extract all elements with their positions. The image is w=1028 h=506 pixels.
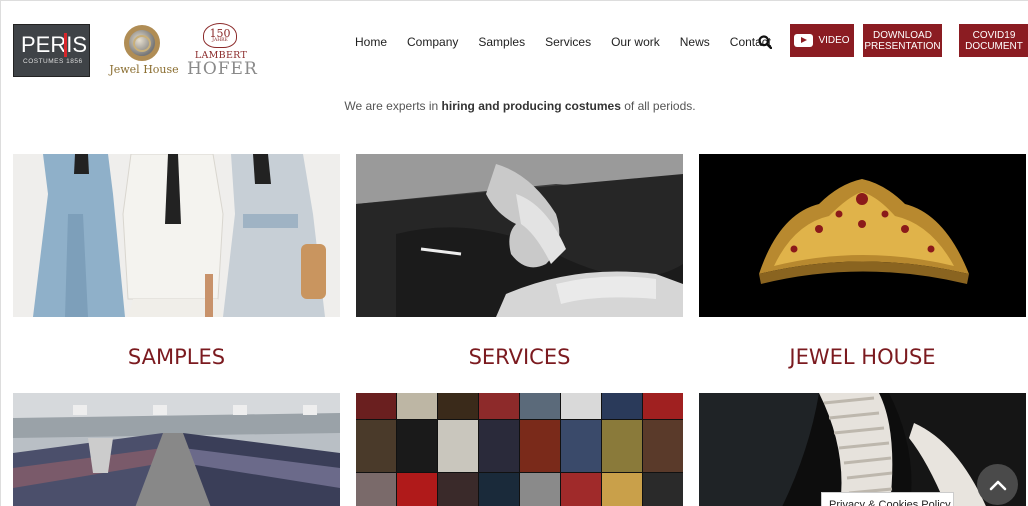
logo-accent-bar (64, 33, 67, 57)
tagline-text-bold: hiring and producing costumes (441, 99, 621, 113)
page: PERIS COSTUMES 1856 Jewel House 150 JAHR… (0, 0, 1028, 506)
logo-text-peris: PERIS (21, 32, 88, 57)
download-line-2: PRESENTATION (864, 40, 941, 52)
samples-title[interactable]: SAMPLES (13, 345, 340, 369)
covid19-document-button[interactable]: COVID19 DOCUMENT (959, 24, 1028, 57)
covid-line-2: DOCUMENT (965, 40, 1023, 52)
our-work-posters-image[interactable] (356, 393, 683, 506)
search-icon[interactable] (758, 34, 773, 50)
warehouse-image[interactable] (13, 393, 340, 506)
logo-text-jewel-house: Jewel House (109, 63, 179, 76)
main-nav: Home Company Samples Services Our work N… (355, 34, 791, 50)
nav-samples[interactable]: Samples (478, 34, 525, 50)
anniversary-badge: 150 JAHRE (203, 23, 237, 48)
nav-company[interactable]: Company (407, 34, 458, 50)
nav-news[interactable]: News (680, 34, 710, 50)
tagline: We are experts in hiring and producing c… (1, 99, 1028, 113)
jewel-house-logo[interactable]: Jewel House (107, 23, 179, 79)
download-button-label: DOWNLOAD PRESENTATION (864, 30, 940, 52)
logo-text-costumes: COSTUMES 1856 (23, 58, 83, 65)
logo-text-hofer: HOFER (187, 59, 258, 79)
lambert-hofer-logo[interactable]: 150 JAHRE LAMBERT HOFER (187, 23, 258, 79)
video-button[interactable]: VIDEO (790, 24, 854, 57)
jewel-ring-inner-icon (133, 35, 151, 52)
jewel-house-image[interactable] (699, 154, 1026, 317)
tagline-text-after: of all periods. (620, 99, 696, 113)
services-title[interactable]: SERVICES (356, 345, 683, 369)
nav-services[interactable]: Services (545, 34, 591, 50)
download-line-1: DOWNLOAD (873, 29, 932, 41)
chevron-up-icon (989, 480, 1006, 490)
covid-button-label: COVID19 DOCUMENT (965, 30, 1023, 52)
nav-home[interactable]: Home (355, 34, 387, 50)
site-header: PERIS COSTUMES 1856 Jewel House 150 JAHR… (1, 1, 1028, 81)
services-image[interactable] (356, 154, 683, 317)
peris-costumes-logo[interactable]: PERIS COSTUMES 1856 (13, 24, 90, 77)
jewel-house-title[interactable]: JEWEL HOUSE (699, 345, 1026, 369)
tagline-text-before: We are experts in (344, 99, 442, 113)
nav-our-work[interactable]: Our work (611, 34, 660, 50)
youtube-icon (794, 34, 814, 47)
samples-image[interactable] (13, 154, 340, 317)
scroll-to-top-button[interactable] (977, 464, 1018, 505)
video-button-label: VIDEO (818, 35, 850, 46)
covid-line-1: COVID19 (972, 29, 1016, 41)
download-presentation-button[interactable]: DOWNLOAD PRESENTATION (863, 24, 942, 57)
badge-years-sub: JAHRE (212, 38, 228, 43)
privacy-cookies-policy-tab[interactable]: Privacy & Cookies Policy (821, 492, 954, 506)
